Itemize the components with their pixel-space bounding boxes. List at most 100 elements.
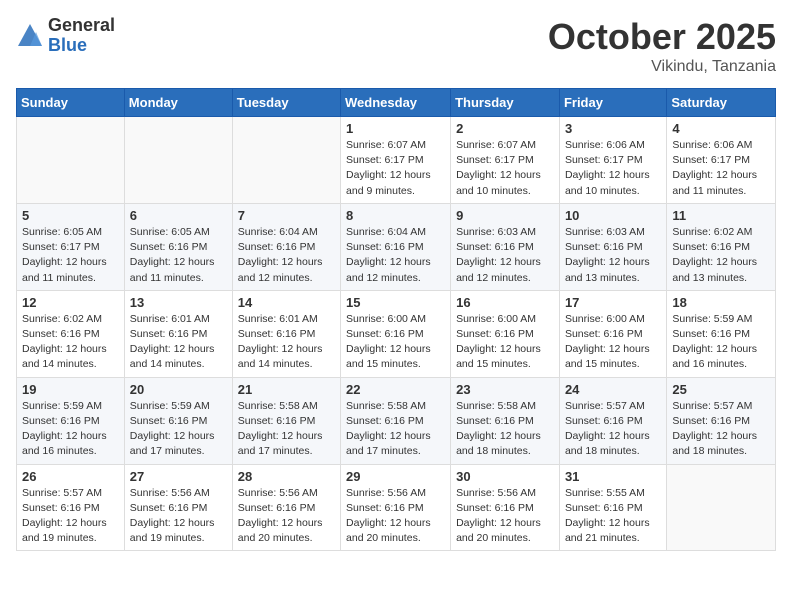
day-detail: Sunrise: 5:57 AM Sunset: 6:16 PM Dayligh… [672, 399, 770, 460]
day-detail: Sunrise: 5:56 AM Sunset: 6:16 PM Dayligh… [346, 486, 445, 547]
logo-general-label: General [48, 16, 115, 36]
day-detail: Sunrise: 5:59 AM Sunset: 6:16 PM Dayligh… [672, 312, 770, 373]
calendar-week-4: 19 Sunrise: 5:59 AM Sunset: 6:16 PM Dayli… [17, 377, 776, 464]
day-number: 10 [565, 208, 661, 223]
day-number: 13 [130, 295, 227, 310]
day-detail: Sunrise: 6:03 AM Sunset: 6:16 PM Dayligh… [456, 225, 554, 286]
calendar-cell: 20Sunrise: 5:59 AM Sunset: 6:16 PM Dayli… [124, 377, 232, 464]
calendar-week-1: 1 Sunrise: 6:07 AM Sunset: 6:17 PM Daylig… [17, 117, 776, 204]
weekday-header-row: SundayMondayTuesdayWednesdayThursdayFrid… [17, 89, 776, 117]
day-detail: Sunrise: 6:00 AM Sunset: 6:16 PM Dayligh… [565, 312, 661, 373]
day-number: 16 [456, 295, 554, 310]
day-number: 23 [456, 382, 554, 397]
location-label: Vikindu, Tanzania [548, 58, 776, 76]
logo-text: General Blue [48, 16, 115, 56]
day-detail: Sunrise: 6:06 AM Sunset: 6:17 PM Dayligh… [565, 138, 661, 199]
day-number: 3 [565, 121, 661, 136]
day-detail: Sunrise: 5:56 AM Sunset: 6:16 PM Dayligh… [456, 486, 554, 547]
day-number: 7 [238, 208, 335, 223]
day-detail: Sunrise: 5:59 AM Sunset: 6:16 PM Dayligh… [22, 399, 119, 460]
day-number: 11 [672, 208, 770, 223]
day-detail: Sunrise: 5:57 AM Sunset: 6:16 PM Dayligh… [565, 399, 661, 460]
calendar-cell: 7 Sunrise: 6:04 AM Sunset: 6:16 PM Daylig… [232, 203, 340, 290]
calendar-cell: 11 Sunrise: 6:02 AM Sunset: 6:16 PM Dayli… [667, 203, 776, 290]
weekday-header-wednesday: Wednesday [341, 89, 451, 117]
day-detail: Sunrise: 5:58 AM Sunset: 6:16 PM Dayligh… [238, 399, 335, 460]
day-number: 25 [672, 382, 770, 397]
day-detail: Sunrise: 6:00 AM Sunset: 6:16 PM Dayligh… [456, 312, 554, 373]
calendar-week-2: 5 Sunrise: 6:05 AM Sunset: 6:17 PM Daylig… [17, 203, 776, 290]
day-detail: Sunrise: 6:04 AM Sunset: 6:16 PM Dayligh… [346, 225, 445, 286]
calendar-cell: 29 Sunrise: 5:56 AM Sunset: 6:16 PM Dayli… [341, 464, 451, 551]
day-detail: Sunrise: 6:01 AM Sunset: 6:16 PM Dayligh… [238, 312, 335, 373]
calendar-cell: 28Sunrise: 5:56 AM Sunset: 6:16 PM Dayli… [232, 464, 340, 551]
calendar-cell: 10 Sunrise: 6:03 AM Sunset: 6:16 PM Dayli… [559, 203, 666, 290]
day-detail: Sunrise: 5:57 AM Sunset: 6:16 PM Dayligh… [22, 486, 119, 547]
calendar-cell: 8 Sunrise: 6:04 AM Sunset: 6:16 PM Daylig… [341, 203, 451, 290]
calendar-cell: 4 Sunrise: 6:06 AM Sunset: 6:17 PM Daylig… [667, 117, 776, 204]
calendar-cell: 5 Sunrise: 6:05 AM Sunset: 6:17 PM Daylig… [17, 203, 125, 290]
page-header: General Blue October 2025 Vikindu, Tanza… [16, 16, 776, 76]
logo: General Blue [16, 16, 115, 56]
calendar-cell: 31Sunrise: 5:55 AM Sunset: 6:16 PM Dayli… [559, 464, 666, 551]
weekday-header-tuesday: Tuesday [232, 89, 340, 117]
calendar-cell: 30 Sunrise: 5:56 AM Sunset: 6:16 PM Dayli… [451, 464, 560, 551]
day-number: 14 [238, 295, 335, 310]
calendar-cell: 27Sunrise: 5:56 AM Sunset: 6:16 PM Dayli… [124, 464, 232, 551]
calendar-week-5: 26Sunrise: 5:57 AM Sunset: 6:16 PM Dayli… [17, 464, 776, 551]
day-detail: Sunrise: 6:07 AM Sunset: 6:17 PM Dayligh… [456, 138, 554, 199]
calendar-cell: 3 Sunrise: 6:06 AM Sunset: 6:17 PM Daylig… [559, 117, 666, 204]
day-number: 29 [346, 469, 445, 484]
day-detail: Sunrise: 6:01 AM Sunset: 6:16 PM Dayligh… [130, 312, 227, 373]
calendar-cell: 22 Sunrise: 5:58 AM Sunset: 6:16 PM Dayli… [341, 377, 451, 464]
calendar-cell [17, 117, 125, 204]
day-number: 1 [346, 121, 445, 136]
day-detail: Sunrise: 5:58 AM Sunset: 6:16 PM Dayligh… [346, 399, 445, 460]
day-detail: Sunrise: 5:58 AM Sunset: 6:16 PM Dayligh… [456, 399, 554, 460]
weekday-header-saturday: Saturday [667, 89, 776, 117]
calendar-cell: 9 Sunrise: 6:03 AM Sunset: 6:16 PM Daylig… [451, 203, 560, 290]
calendar-week-3: 12Sunrise: 6:02 AM Sunset: 6:16 PM Dayli… [17, 290, 776, 377]
day-number: 4 [672, 121, 770, 136]
day-detail: Sunrise: 6:05 AM Sunset: 6:17 PM Dayligh… [22, 225, 119, 286]
day-detail: Sunrise: 5:55 AM Sunset: 6:16 PM Dayligh… [565, 486, 661, 547]
day-detail: Sunrise: 6:02 AM Sunset: 6:16 PM Dayligh… [672, 225, 770, 286]
logo-blue-label: Blue [48, 36, 115, 56]
day-number: 28 [238, 469, 335, 484]
day-detail: Sunrise: 6:00 AM Sunset: 6:16 PM Dayligh… [346, 312, 445, 373]
day-number: 27 [130, 469, 227, 484]
day-number: 12 [22, 295, 119, 310]
calendar-table: SundayMondayTuesdayWednesdayThursdayFrid… [16, 88, 776, 551]
day-number: 22 [346, 382, 445, 397]
calendar-cell: 24Sunrise: 5:57 AM Sunset: 6:16 PM Dayli… [559, 377, 666, 464]
calendar-cell: 16 Sunrise: 6:00 AM Sunset: 6:16 PM Dayli… [451, 290, 560, 377]
day-number: 8 [346, 208, 445, 223]
calendar-cell: 2 Sunrise: 6:07 AM Sunset: 6:17 PM Daylig… [451, 117, 560, 204]
calendar-cell: 13 Sunrise: 6:01 AM Sunset: 6:16 PM Dayli… [124, 290, 232, 377]
day-number: 6 [130, 208, 227, 223]
weekday-header-sunday: Sunday [17, 89, 125, 117]
day-number: 5 [22, 208, 119, 223]
day-number: 9 [456, 208, 554, 223]
calendar-cell: 21 Sunrise: 5:58 AM Sunset: 6:16 PM Dayli… [232, 377, 340, 464]
calendar-cell: 18 Sunrise: 5:59 AM Sunset: 6:16 PM Dayli… [667, 290, 776, 377]
day-number: 19 [22, 382, 119, 397]
calendar-cell: 15Sunrise: 6:00 AM Sunset: 6:16 PM Dayli… [341, 290, 451, 377]
weekday-header-thursday: Thursday [451, 89, 560, 117]
day-detail: Sunrise: 6:06 AM Sunset: 6:17 PM Dayligh… [672, 138, 770, 199]
title-block: October 2025 Vikindu, Tanzania [548, 16, 776, 76]
day-number: 17 [565, 295, 661, 310]
day-detail: Sunrise: 6:03 AM Sunset: 6:16 PM Dayligh… [565, 225, 661, 286]
day-number: 20 [130, 382, 227, 397]
calendar-cell: 6Sunrise: 6:05 AM Sunset: 6:16 PM Daylig… [124, 203, 232, 290]
weekday-header-monday: Monday [124, 89, 232, 117]
day-number: 2 [456, 121, 554, 136]
calendar-cell [124, 117, 232, 204]
calendar-cell: 26Sunrise: 5:57 AM Sunset: 6:16 PM Dayli… [17, 464, 125, 551]
day-number: 30 [456, 469, 554, 484]
day-detail: Sunrise: 6:04 AM Sunset: 6:16 PM Dayligh… [238, 225, 335, 286]
calendar-cell: 19 Sunrise: 5:59 AM Sunset: 6:16 PM Dayli… [17, 377, 125, 464]
day-number: 21 [238, 382, 335, 397]
calendar-cell: 25 Sunrise: 5:57 AM Sunset: 6:16 PM Dayli… [667, 377, 776, 464]
day-number: 18 [672, 295, 770, 310]
